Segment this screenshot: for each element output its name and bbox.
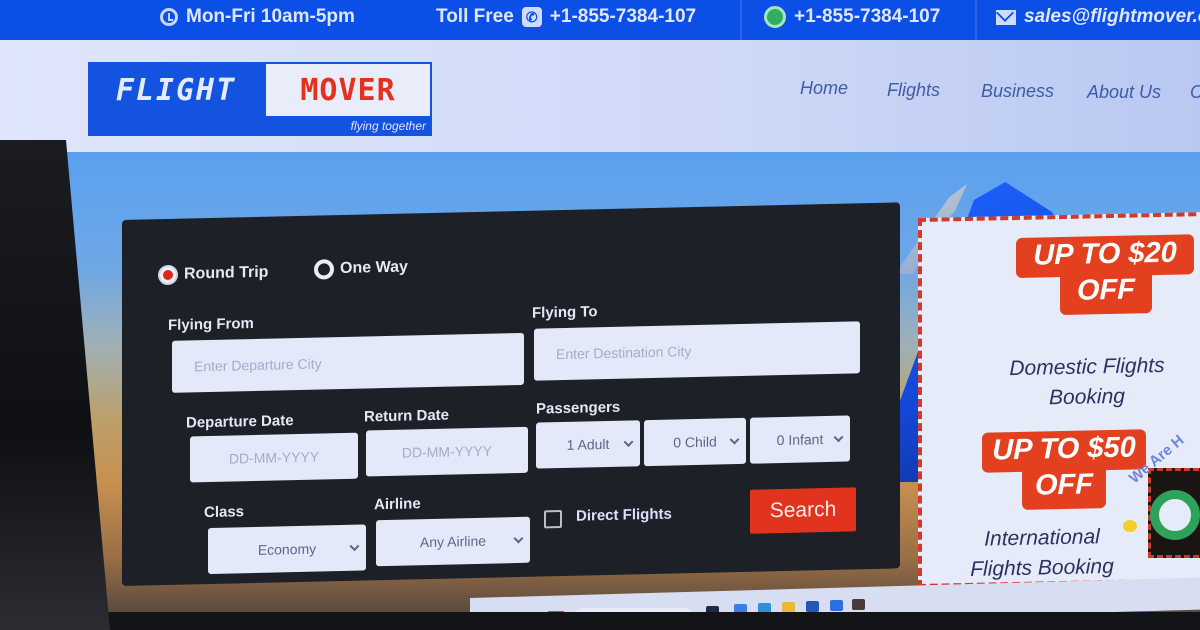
return-date-placeholder: DD-MM-YYYY — [401, 442, 493, 461]
adult-value: 1 Adult — [566, 435, 610, 453]
logo-mover-text: MOVER — [264, 62, 432, 118]
child-value: 0 Child — [673, 433, 717, 451]
site-header: FLIGHT MOVER flying together Home Flight… — [0, 40, 1200, 152]
whatsapp-phone-link[interactable]: +1-855-7384-107 — [794, 6, 940, 28]
whatsapp-icon — [764, 6, 786, 28]
phone-icon: ✆ — [521, 7, 542, 27]
child-select[interactable]: 0 Child — [644, 417, 746, 467]
logo-flight-text: FLIGHT — [88, 62, 264, 118]
widgets-icon[interactable] — [734, 604, 747, 612]
round-trip-label: Round Trip — [184, 263, 269, 283]
contact-bar: Mon-Fri 10am-5pm Toll Free ✆ +1-855-7384… — [0, 0, 1200, 40]
airline-select[interactable]: Any Airline — [376, 516, 530, 567]
business-hours-text: Mon-Fri 10am-5pm — [186, 6, 355, 27]
search-button[interactable]: Search — [750, 487, 856, 534]
business-hours: Mon-Fri 10am-5pm — [160, 6, 355, 28]
clock-icon — [160, 8, 178, 26]
international-discount-off: OFF — [1022, 466, 1106, 510]
direct-flights-checkbox[interactable] — [544, 510, 562, 529]
taskbar-search[interactable]: Search — [573, 608, 693, 612]
toll-free-phone-link[interactable]: +1-855-7384-107 — [550, 6, 696, 28]
domestic-discount-badge: UP TO $20 OFF — [1016, 234, 1194, 316]
airline-label: Airline — [374, 495, 421, 514]
chevron-down-icon — [729, 434, 740, 445]
monitor-screen: Mon-Fri 10am-5pm Toll Free ✆ +1-855-7384… — [0, 0, 1200, 612]
domestic-discount-off: OFF — [1060, 271, 1152, 316]
international-discount-badge: UP TO $50 OFF — [982, 429, 1146, 510]
airline-value: Any Airline — [419, 532, 487, 551]
class-value: Economy — [257, 540, 317, 558]
departure-date-label: Departure Date — [186, 412, 294, 432]
departure-date-input[interactable]: DD-MM-YYYY — [190, 432, 358, 483]
divider — [740, 0, 742, 40]
class-label: Class — [204, 503, 245, 522]
nav-home[interactable]: Home — [800, 78, 848, 99]
toll-free[interactable]: Toll Free ✆ +1-855-7384-107 — [436, 6, 696, 28]
email-contact[interactable]: sales@flightmover.com — [996, 6, 1200, 28]
infant-value: 0 Infant — [776, 431, 824, 449]
flightmover-logo[interactable]: FLIGHT MOVER flying together — [88, 62, 432, 138]
domestic-offer-text: Domestic Flights Booking — [962, 350, 1200, 415]
radio-unselected-icon — [314, 259, 334, 280]
radio-selected-icon — [158, 264, 178, 286]
flying-to-input[interactable]: Enter Destination City — [534, 321, 860, 381]
store-icon[interactable] — [806, 601, 819, 612]
international-discount-amount: UP TO $50 — [992, 431, 1136, 467]
adult-select[interactable]: 1 Adult — [536, 420, 640, 469]
domestic-offer-line2: Booking — [1049, 384, 1125, 410]
nav-flights[interactable]: Flights — [887, 80, 940, 101]
nav-about-us[interactable]: About Us — [1087, 82, 1161, 103]
infant-select[interactable]: 0 Infant — [750, 415, 850, 464]
chevron-down-icon — [513, 533, 524, 544]
flying-to-placeholder: Enter Destination City — [556, 343, 692, 363]
chat-bubble-icon[interactable] — [1150, 490, 1200, 540]
international-offer-line1: International — [984, 525, 1100, 551]
mail-icon — [996, 9, 1016, 25]
one-way-label: One Way — [340, 258, 408, 278]
international-offer-text: International Flights Booking — [942, 521, 1142, 585]
windows-start-icon[interactable] — [548, 611, 564, 612]
flying-from-input[interactable]: Enter Departure City — [172, 332, 524, 393]
chat-emoji-icon — [1123, 520, 1137, 532]
edge-browser-icon[interactable] — [758, 603, 771, 612]
flying-to-label: Flying To — [532, 303, 598, 322]
domestic-offer-line1: Domestic Flights — [1009, 353, 1165, 381]
search-button-label: Search — [769, 497, 837, 523]
toll-free-label: Toll Free — [436, 6, 514, 27]
domestic-discount-amount: UP TO $20 — [1033, 236, 1177, 272]
direct-flights-label: Direct Flights — [576, 505, 672, 525]
one-way-radio[interactable]: One Way — [314, 258, 408, 280]
nav-business[interactable]: Business — [981, 81, 1054, 102]
passengers-label: Passengers — [536, 398, 621, 418]
flying-from-placeholder: Enter Departure City — [194, 355, 322, 375]
file-explorer-icon[interactable] — [782, 602, 795, 612]
departure-date-placeholder: DD-MM-YYYY — [228, 448, 320, 467]
chevron-down-icon — [349, 541, 360, 552]
chevron-down-icon — [623, 437, 634, 447]
photos-app-icon[interactable] — [852, 599, 865, 610]
task-view-icon[interactable] — [706, 606, 719, 612]
return-date-input[interactable]: DD-MM-YYYY — [366, 426, 528, 477]
mail-app-icon[interactable] — [830, 600, 843, 611]
divider — [975, 0, 977, 40]
return-date-label: Return Date — [364, 406, 450, 426]
logo-tagline: flying together — [350, 119, 426, 133]
round-trip-radio[interactable]: Round Trip — [158, 263, 268, 286]
class-select[interactable]: Economy — [208, 524, 366, 575]
whatsapp-contact[interactable]: +1-855-7384-107 — [764, 6, 940, 28]
flight-search-form: Round Trip One Way Flying From Enter Dep… — [122, 202, 900, 586]
email-link[interactable]: sales@flightmover.com — [1024, 6, 1200, 28]
chevron-down-icon — [833, 432, 844, 443]
nav-contact[interactable]: C — [1190, 82, 1200, 103]
flying-from-label: Flying From — [168, 315, 254, 334]
